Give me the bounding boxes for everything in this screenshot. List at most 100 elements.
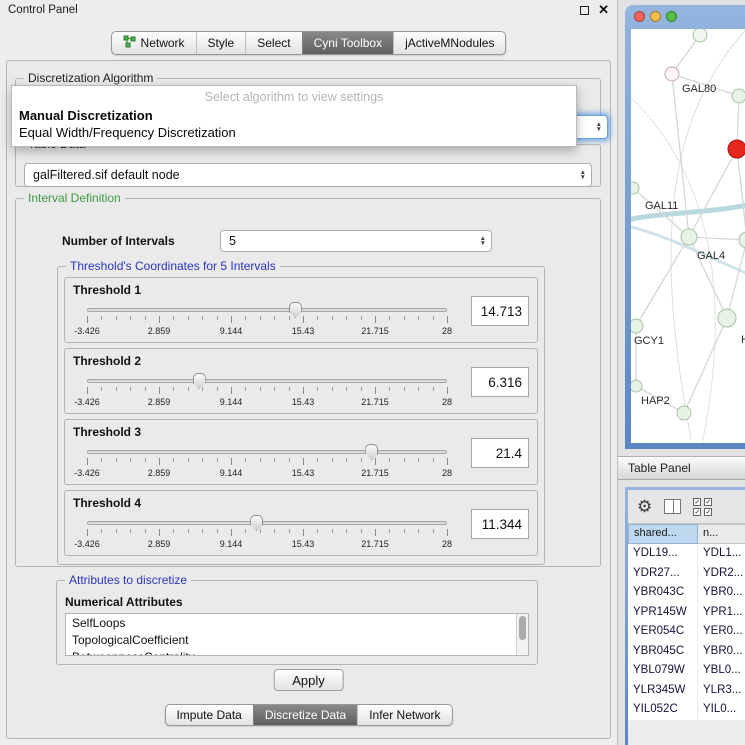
slider-track[interactable] bbox=[87, 521, 447, 525]
tab-impute-data[interactable]: Impute Data bbox=[165, 705, 252, 725]
tab-label: Select bbox=[257, 36, 290, 50]
checkbox-icon: ✓ bbox=[693, 498, 701, 506]
network-icon bbox=[123, 35, 136, 51]
tick-label: 15.43 bbox=[292, 539, 315, 549]
tab-jactivemnodules[interactable]: jActiveMNodules bbox=[393, 32, 505, 54]
window-close-button[interactable] bbox=[634, 11, 645, 22]
network-node[interactable] bbox=[631, 319, 643, 333]
table-row[interactable]: YDL19...YDL1... bbox=[628, 544, 745, 564]
cell: YBR0... bbox=[698, 642, 745, 662]
network-node[interactable] bbox=[732, 89, 745, 103]
cell: YDR2... bbox=[698, 564, 745, 584]
tick-label: 2.859 bbox=[148, 468, 171, 478]
control-panel-titlebar: Control Panel ✕ bbox=[0, 0, 617, 18]
tick-label: 21.715 bbox=[361, 539, 389, 549]
slider-track[interactable] bbox=[87, 379, 447, 383]
slider-track[interactable] bbox=[87, 308, 447, 312]
tick-label: -3.426 bbox=[74, 397, 100, 407]
slider-ticks bbox=[87, 458, 447, 466]
apply-button[interactable]: Apply bbox=[273, 669, 344, 691]
threshold-2-slider[interactable]: -3.4262.8599.14415.4321.71528 bbox=[87, 373, 447, 413]
list-scrollbar[interactable] bbox=[516, 614, 528, 655]
list-item[interactable]: BetweennessCentrality bbox=[66, 648, 528, 656]
columns-icon[interactable] bbox=[664, 499, 681, 514]
network-node[interactable] bbox=[631, 380, 642, 392]
column-checkboxes-icon[interactable]: ✓ ✓ ✓ ✓ bbox=[693, 498, 713, 516]
threshold-1-slider[interactable]: -3.4262.8599.14415.4321.71528 bbox=[87, 302, 447, 342]
network-node[interactable] bbox=[631, 182, 639, 194]
network-canvas[interactable]: GAL80GAL11GAL4GCY1HHAP2 bbox=[631, 29, 745, 443]
tab-label: Network bbox=[141, 36, 185, 50]
threshold-label: Threshold 3 bbox=[73, 425, 141, 439]
network-node[interactable] bbox=[728, 140, 745, 158]
threshold-1-value-field[interactable] bbox=[471, 296, 529, 326]
tab-network[interactable]: Network bbox=[112, 32, 196, 54]
group-title: Interval Definition bbox=[24, 191, 125, 205]
threshold-3-slider[interactable]: -3.4262.8599.14415.4321.71528 bbox=[87, 444, 447, 484]
cell: YDL19... bbox=[628, 544, 698, 564]
threshold-4-slider[interactable]: -3.4262.8599.14415.4321.71528 bbox=[87, 515, 447, 555]
table-row[interactable]: YBR045CYBR0... bbox=[628, 642, 745, 662]
tick-label: 15.43 bbox=[292, 326, 315, 336]
threshold-4-value-field[interactable] bbox=[471, 509, 529, 539]
network-edge bbox=[689, 149, 737, 237]
network-view-window: GAL80GAL11GAL4GCY1HHAP2 bbox=[625, 5, 745, 449]
tab-infer-network[interactable]: Infer Network bbox=[357, 705, 451, 725]
tick-label: -3.426 bbox=[74, 326, 100, 336]
table-panel-window: ⚙ ✓ ✓ ✓ ✓ shared... n... YDL19...YDL1...… bbox=[625, 487, 745, 745]
list-item[interactable]: SelfLoops bbox=[66, 614, 528, 631]
number-of-intervals-combobox[interactable]: 5 ▲▼ bbox=[220, 230, 492, 252]
tab-style[interactable]: Style bbox=[196, 32, 246, 54]
gear-icon[interactable]: ⚙ bbox=[637, 498, 652, 515]
slider-scale-labels: -3.4262.8599.14415.4321.71528 bbox=[87, 539, 447, 549]
column-header-shared-name[interactable]: shared... bbox=[628, 524, 698, 544]
tab-select[interactable]: Select bbox=[245, 32, 301, 54]
network-node[interactable] bbox=[677, 406, 691, 420]
table-row[interactable]: YBL079WYBL0... bbox=[628, 661, 745, 681]
table-row[interactable]: YLR345WYLR3... bbox=[628, 681, 745, 701]
cell: YDL1... bbox=[698, 544, 745, 564]
network-node[interactable] bbox=[693, 29, 707, 42]
network-node[interactable] bbox=[739, 232, 745, 248]
cell: YBR045C bbox=[628, 642, 698, 662]
network-node[interactable] bbox=[681, 229, 697, 245]
slider-scale-labels: -3.4262.8599.14415.4321.71528 bbox=[87, 326, 447, 336]
tab-discretize-data[interactable]: Discretize Data bbox=[253, 705, 357, 725]
cell: YER054C bbox=[628, 622, 698, 642]
list-item[interactable]: TopologicalCoefficient bbox=[66, 631, 528, 648]
tick-label: 28 bbox=[442, 397, 452, 407]
threshold-3-value-field[interactable] bbox=[471, 438, 529, 468]
dropdown-option-manual[interactable]: Manual Discretization bbox=[12, 107, 576, 124]
table-row[interactable]: YDR27...YDR2... bbox=[628, 564, 745, 584]
cell: YLR345W bbox=[628, 681, 698, 701]
network-node[interactable] bbox=[718, 309, 736, 327]
float-window-icon[interactable] bbox=[580, 6, 589, 15]
tab-label: Cyni Toolbox bbox=[314, 36, 382, 50]
window-zoom-button[interactable] bbox=[666, 11, 677, 22]
close-icon[interactable]: ✕ bbox=[598, 5, 609, 15]
dropdown-option-equal-width[interactable]: Equal Width/Frequency Discretization bbox=[12, 124, 576, 141]
slider-track[interactable] bbox=[87, 450, 447, 454]
threshold-3-box: Threshold 3 -3.4262.8599.14415.4321.7152… bbox=[64, 419, 538, 485]
control-panel-tabs: Network Style Select Cyni Toolbox jActiv… bbox=[111, 31, 507, 55]
scrollbar-thumb[interactable] bbox=[519, 616, 526, 640]
network-edge bbox=[636, 237, 689, 326]
table-row[interactable]: YER054CYER0... bbox=[628, 622, 745, 642]
cell: YPR145W bbox=[628, 603, 698, 623]
table-row[interactable]: YPR145WYPR1... bbox=[628, 603, 745, 623]
tab-cyni-toolbox[interactable]: Cyni Toolbox bbox=[302, 32, 393, 54]
number-of-intervals-label: Number of Intervals bbox=[62, 234, 175, 248]
threshold-2-value-field[interactable] bbox=[471, 367, 529, 397]
table-data-combobox[interactable]: galFiltered.sif default node ▲▼ bbox=[24, 163, 592, 187]
group-title: Attributes to discretize bbox=[65, 573, 191, 587]
node-label: H bbox=[741, 334, 745, 346]
table-header-row: shared... n... bbox=[628, 524, 745, 544]
window-minimize-button[interactable] bbox=[650, 11, 661, 22]
table-row[interactable]: YBR043CYBR0... bbox=[628, 583, 745, 603]
combobox-value: galFiltered.sif default node bbox=[33, 168, 180, 182]
table-row[interactable]: YIL052CYIL0... bbox=[628, 700, 745, 720]
cell: YDR27... bbox=[628, 564, 698, 584]
network-node[interactable] bbox=[665, 67, 679, 81]
column-header-name[interactable]: n... bbox=[698, 524, 745, 544]
group-title: Threshold's Coordinates for 5 Intervals bbox=[66, 259, 280, 273]
